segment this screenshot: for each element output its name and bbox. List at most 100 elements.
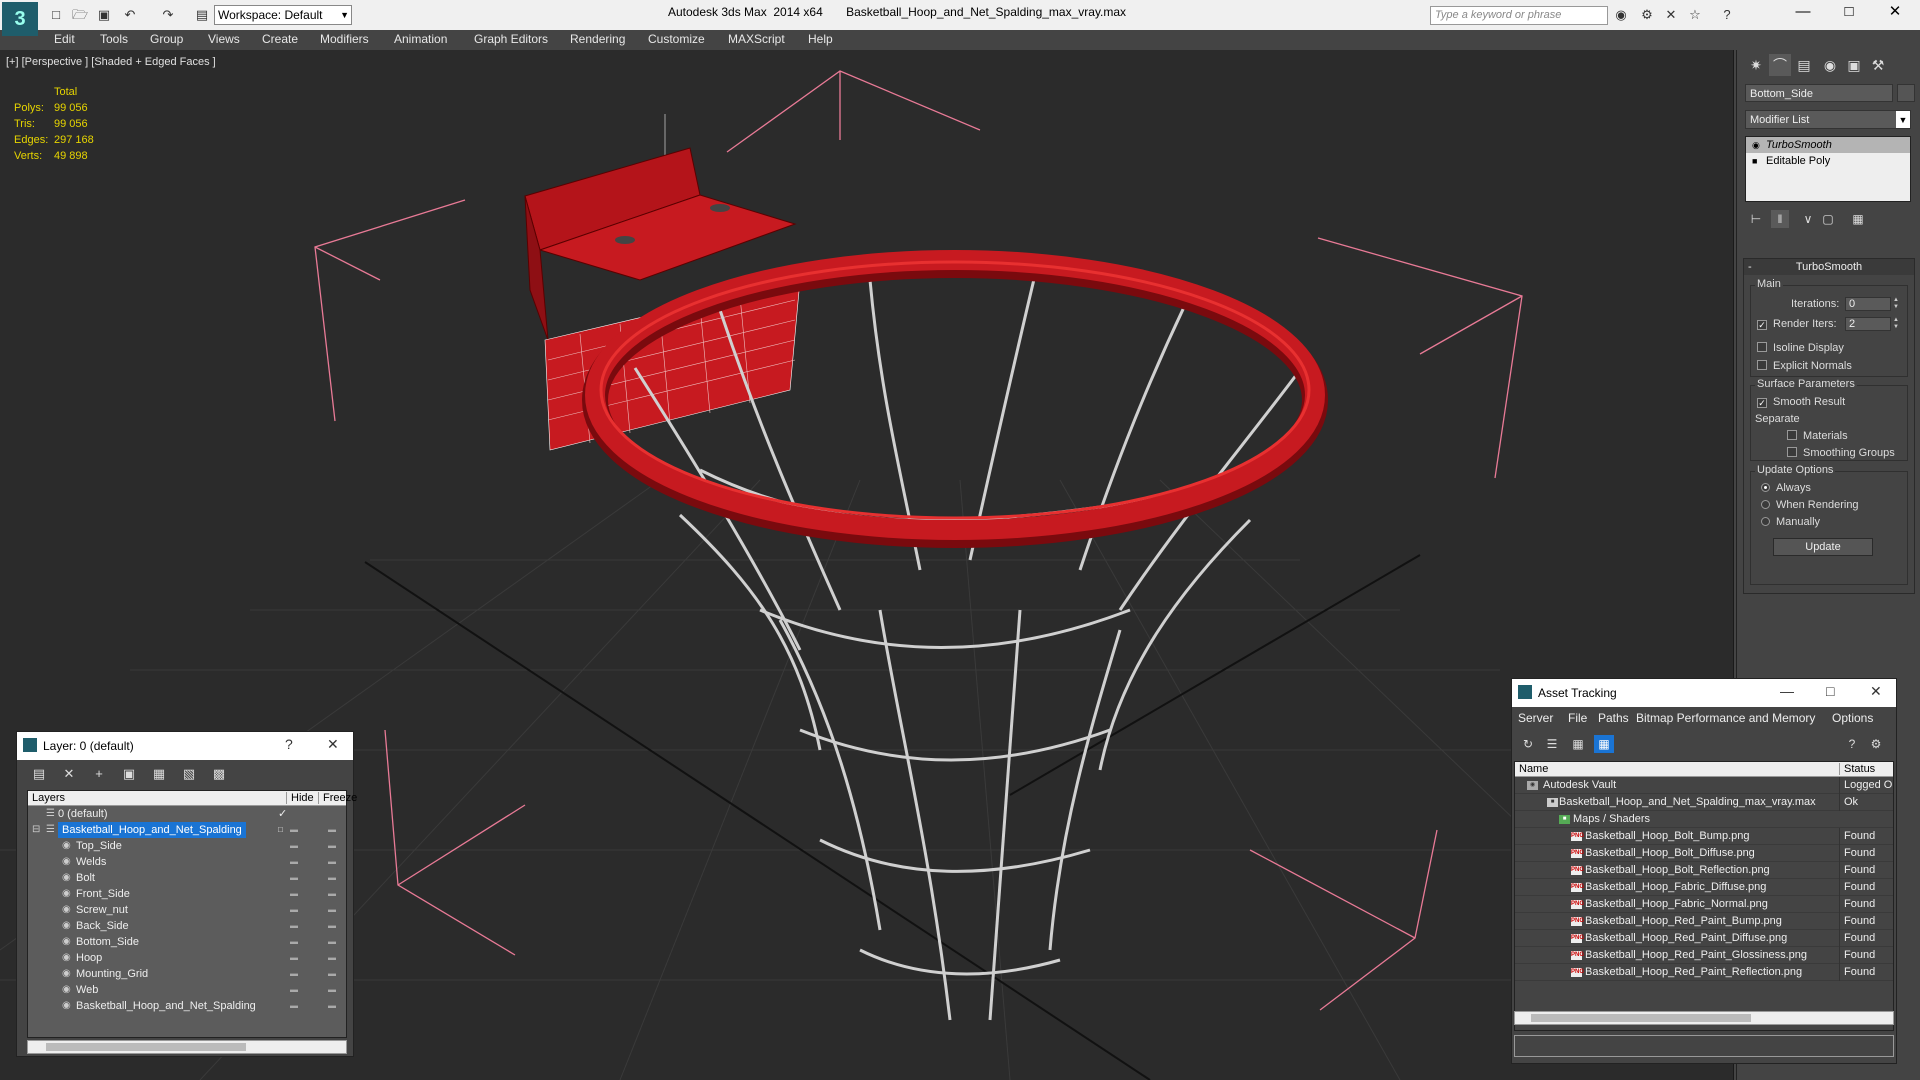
menu-modifiers[interactable]: Modifiers: [320, 32, 369, 46]
undo-icon[interactable]: ↶: [122, 7, 138, 23]
minimize-icon[interactable]: —: [1780, 683, 1794, 699]
project-folder-icon[interactable]: ▤: [194, 7, 210, 23]
viewport-label[interactable]: [+] [Perspective ] [Shaded + Edged Faces…: [6, 56, 216, 68]
menu-views[interactable]: Views: [208, 32, 240, 46]
scrollbar-thumb[interactable]: [46, 1043, 246, 1051]
render-iters-checkbox[interactable]: ✓ Render Iters:: [1757, 318, 1837, 330]
menu-customize[interactable]: Customize: [648, 32, 705, 46]
hide-all-icon[interactable]: ▧: [179, 765, 199, 783]
configure-modifier-sets-icon[interactable]: ▦: [1849, 210, 1867, 228]
spinner-arrows-icon[interactable]: ▲ ▼: [1893, 297, 1901, 311]
search-input[interactable]: Type a keyword or phrase: [1430, 6, 1608, 25]
object-color-swatch[interactable]: [1897, 84, 1915, 102]
list-item[interactable]: ◉ Mounting_Grid ▬ ▬: [28, 966, 346, 982]
create-layer-icon[interactable]: ▤: [29, 765, 49, 783]
list-view-icon[interactable]: ☰: [1542, 735, 1562, 753]
menu-options[interactable]: Options: [1832, 711, 1873, 725]
list-item[interactable]: ◉ Bolt ▬ ▬: [28, 870, 346, 886]
render-iters-spinner[interactable]: 2: [1845, 317, 1891, 331]
when-rendering-radio[interactable]: When Rendering: [1761, 499, 1859, 511]
object-name-field[interactable]: Bottom_Side: [1745, 84, 1893, 102]
close-icon[interactable]: ✕: [327, 736, 339, 753]
subscription-icon[interactable]: ⚙: [1638, 6, 1656, 24]
stack-item-editable-poly[interactable]: ■ Editable Poly: [1746, 153, 1910, 169]
table-row[interactable]: PNG Basketball_Hoop_Red_Paint_Glossiness.…: [1515, 947, 1893, 964]
asset-status-field[interactable]: [1514, 1035, 1894, 1057]
make-unique-icon[interactable]: ∨: [1799, 210, 1817, 228]
help-icon[interactable]: ?: [1842, 735, 1862, 753]
menu-bitmap-performance[interactable]: Bitmap Performance and Memory: [1636, 711, 1815, 725]
menu-create[interactable]: Create: [262, 32, 298, 46]
table-row[interactable]: PNG Basketball_Hoop_Bolt_Bump.png Found: [1515, 828, 1893, 845]
add-to-layer-icon[interactable]: +: [89, 765, 109, 783]
menu-edit[interactable]: Edit: [54, 32, 75, 46]
layer-dialog-titlebar[interactable]: Layer: 0 (default) ? ✕: [17, 732, 353, 760]
save-icon[interactable]: ▣: [96, 7, 112, 23]
list-item[interactable]: ◉ Top_Side ▬ ▬: [28, 838, 346, 854]
list-item[interactable]: ◉ Hoop ▬ ▬: [28, 950, 346, 966]
hierarchy-tab-icon[interactable]: ▤: [1793, 54, 1815, 76]
always-radio[interactable]: Always: [1761, 482, 1811, 494]
horizontal-scrollbar[interactable]: [27, 1040, 347, 1054]
list-item[interactable]: ◉ Basketball_Hoop_and_Net_Spalding ▬ ▬: [28, 998, 346, 1014]
smooth-result-checkbox[interactable]: ✓ Smooth Result: [1757, 396, 1845, 408]
maximize-button[interactable]: □: [1826, 0, 1872, 26]
menu-help[interactable]: Help: [808, 32, 833, 46]
menu-tools[interactable]: Tools: [100, 32, 128, 46]
table-row[interactable]: PNG Basketball_Hoop_Red_Paint_Bump.png Fou…: [1515, 913, 1893, 930]
rollout-header[interactable]: - TurboSmooth: [1744, 259, 1914, 275]
menu-group[interactable]: Group: [150, 32, 183, 46]
minimize-button[interactable]: —: [1780, 0, 1826, 26]
list-item[interactable]: ◉ Bottom_Side ▬ ▬: [28, 934, 346, 950]
table-row[interactable]: PNG Basketball_Hoop_Bolt_Diffuse.png Found: [1515, 845, 1893, 862]
utilities-tab-icon[interactable]: ⚒: [1867, 54, 1889, 76]
list-item[interactable]: ◉ Front_Side ▬ ▬: [28, 886, 346, 902]
highlight-selected-icon[interactable]: ▦: [149, 765, 169, 783]
list-item[interactable]: ◉ Back_Side ▬ ▬: [28, 918, 346, 934]
modifier-list-dropdown[interactable]: Modifier List ▼: [1745, 110, 1911, 129]
layer-row-selected[interactable]: ⊟ ☰ Basketball_Hoop_and_Net_Spalding □ ▬ ▬: [28, 822, 346, 838]
close-icon[interactable]: ✕: [1870, 683, 1882, 700]
menu-maxscript[interactable]: MAXScript: [728, 32, 785, 46]
table-row[interactable]: PNG Basketball_Hoop_Red_Paint_Reflection.…: [1515, 964, 1893, 981]
bulb-icon[interactable]: ◉: [1752, 137, 1760, 153]
materials-checkbox[interactable]: Materials: [1787, 430, 1848, 442]
iterations-spinner[interactable]: 0: [1845, 297, 1891, 311]
show-end-result-icon[interactable]: ‖: [1771, 210, 1789, 228]
settings-icon[interactable]: ⚙: [1866, 735, 1886, 753]
spinner-arrows-icon[interactable]: ▲ ▼: [1893, 317, 1901, 331]
table-view-icon[interactable]: ▦: [1594, 735, 1614, 753]
help-icon[interactable]: ?: [285, 736, 293, 752]
workspace-dropdown[interactable]: Workspace: Default ▼: [214, 5, 352, 25]
maximize-icon[interactable]: □: [1826, 683, 1834, 699]
delete-layer-icon[interactable]: ✕: [59, 765, 79, 783]
freeze-all-icon[interactable]: ▩: [209, 765, 229, 783]
thumbnail-view-icon[interactable]: ▦: [1568, 735, 1588, 753]
table-row[interactable]: PNG Basketball_Hoop_Fabric_Normal.png Foun…: [1515, 896, 1893, 913]
manually-radio[interactable]: Manually: [1761, 516, 1820, 528]
open-file-icon[interactable]: 🗁: [72, 7, 88, 23]
list-item[interactable]: ◉ Web ▬ ▬: [28, 982, 346, 998]
menu-file[interactable]: File: [1568, 711, 1587, 725]
horizontal-scrollbar[interactable]: [1514, 1011, 1894, 1025]
new-file-icon[interactable]: □: [48, 7, 64, 23]
create-tab-icon[interactable]: ✷: [1745, 54, 1767, 76]
list-item[interactable]: ◉ Screw_nut ▬ ▬: [28, 902, 346, 918]
table-row[interactable]: PNG Basketball_Hoop_Red_Paint_Diffuse.png…: [1515, 930, 1893, 947]
list-item[interactable]: ◉ Welds ▬ ▬: [28, 854, 346, 870]
remove-modifier-icon[interactable]: ▢: [1819, 210, 1837, 228]
explicit-normals-checkbox[interactable]: Explicit Normals: [1757, 360, 1852, 372]
refresh-icon[interactable]: ↻: [1518, 735, 1538, 753]
close-button[interactable]: ✕: [1872, 0, 1918, 26]
communication-icon[interactable]: ✕: [1662, 6, 1680, 24]
table-row[interactable]: PNG Basketball_Hoop_Fabric_Diffuse.png Fou…: [1515, 879, 1893, 896]
menu-paths[interactable]: Paths: [1598, 711, 1629, 725]
motion-tab-icon[interactable]: ◉: [1819, 54, 1841, 76]
smoothing-groups-checkbox[interactable]: Smoothing Groups: [1787, 447, 1895, 459]
table-row[interactable]: PNG Basketball_Hoop_Bolt_Reflection.png Fo…: [1515, 862, 1893, 879]
expand-icon[interactable]: ■: [1752, 153, 1757, 169]
display-tab-icon[interactable]: ▣: [1843, 54, 1865, 76]
layer-row-default[interactable]: ☰ 0 (default) ✓: [28, 806, 346, 822]
isoline-display-checkbox[interactable]: Isoline Display: [1757, 342, 1844, 354]
table-row[interactable]: ■ Maps / Shaders: [1515, 811, 1893, 828]
